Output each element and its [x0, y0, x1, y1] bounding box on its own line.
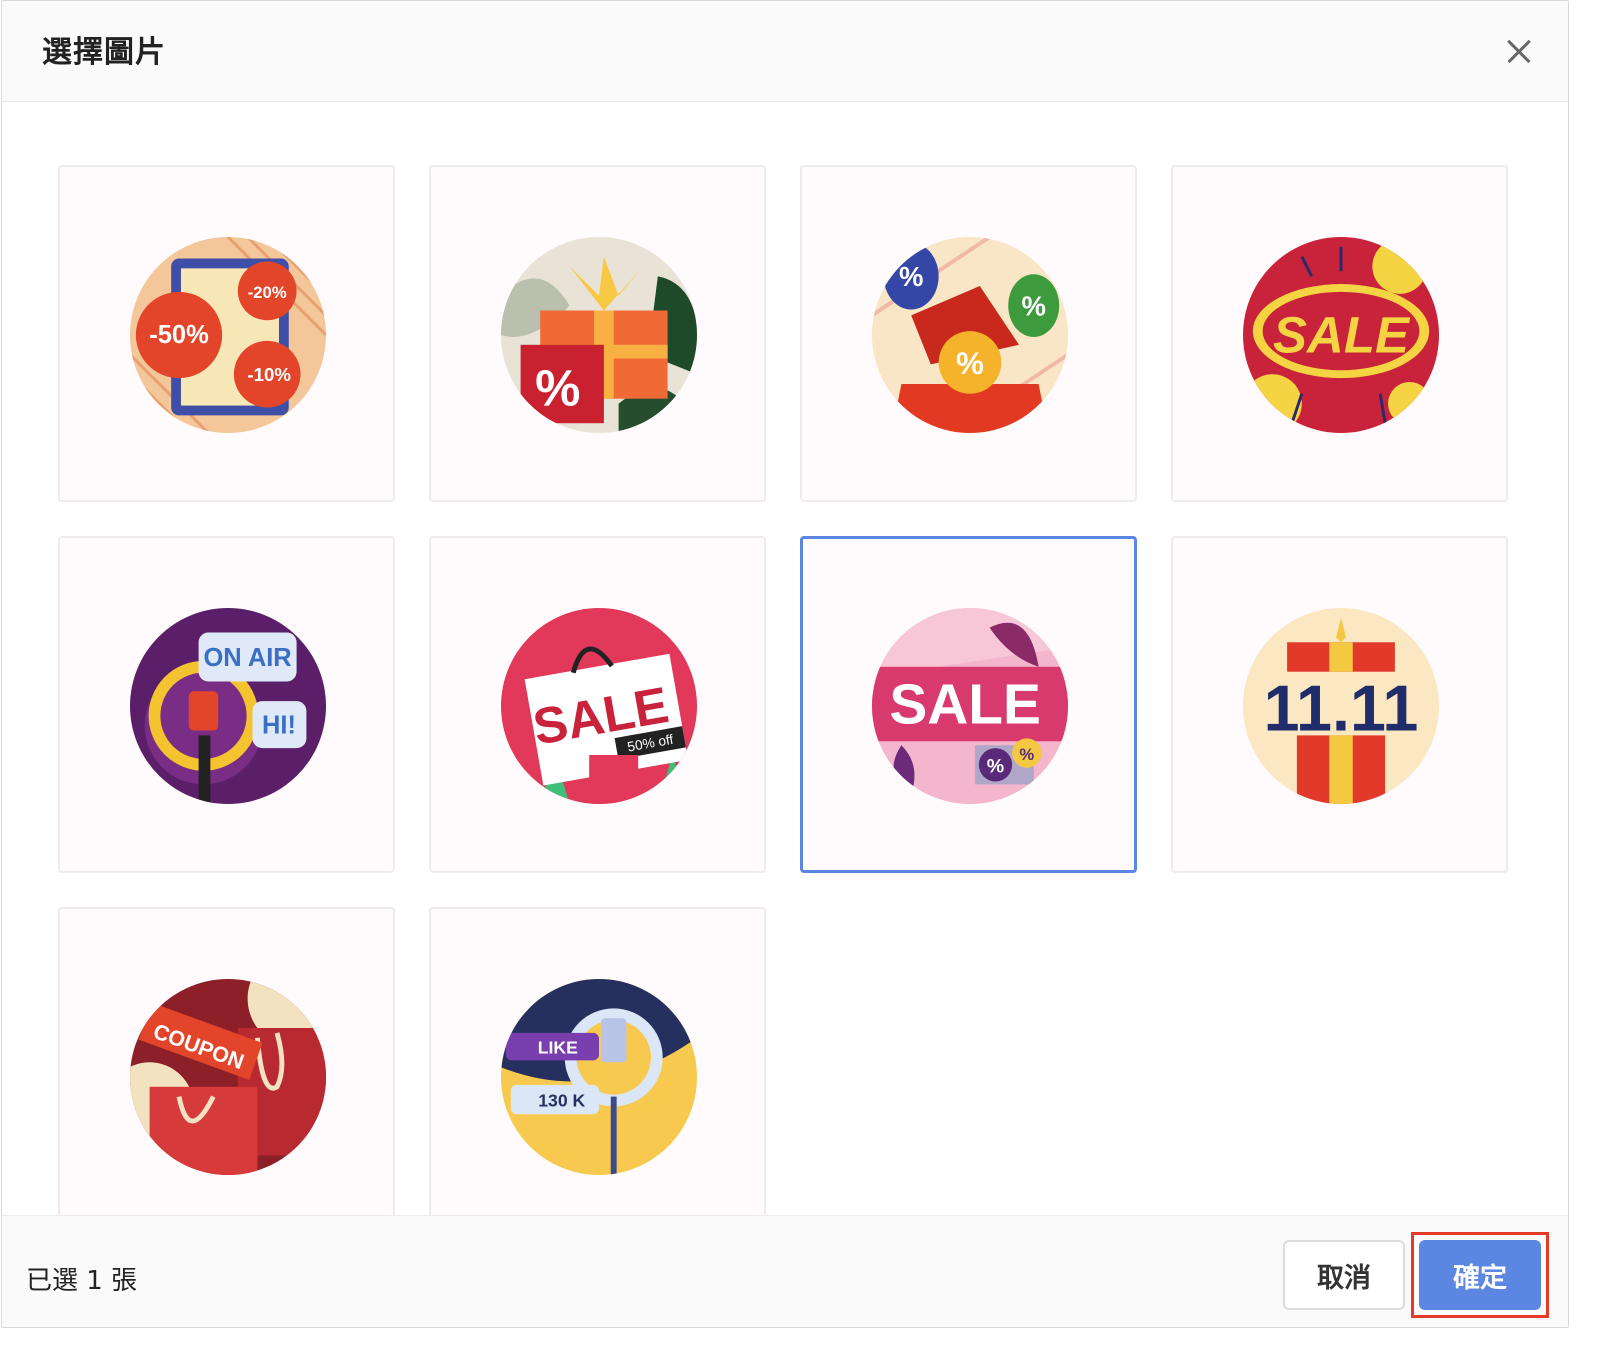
image-picker-dialog: 選擇圖片 -50% -20% -10% % % % % SALE ON AIR … — [1, 0, 1569, 1328]
image-label: % — [1019, 745, 1034, 764]
coupon-bags-image: COUPON — [130, 979, 326, 1175]
image-card-discount-bubbles[interactable]: -50% -20% -10% — [58, 165, 395, 502]
image-label: 130 K — [538, 1090, 585, 1110]
image-card-balloons-percent[interactable]: % % % — [800, 165, 1137, 502]
image-label: % — [535, 360, 580, 417]
image-label: % — [956, 346, 984, 381]
double-eleven-gift-image: 11.11 — [1243, 608, 1439, 804]
image-label: % — [1021, 290, 1045, 321]
sale-burst-image: SALE — [1243, 237, 1439, 433]
image-card-sale-pink-cart[interactable]: SALE % % — [800, 536, 1137, 873]
close-icon[interactable] — [1496, 29, 1540, 73]
image-label: HI! — [262, 711, 296, 739]
dialog-title: 選擇圖片 — [42, 35, 166, 70]
image-label: 11.11 — [1264, 672, 1419, 745]
image-label: SALE — [889, 674, 1041, 737]
image-label: -10% — [247, 364, 291, 385]
image-label: -50% — [149, 321, 208, 349]
image-grid: -50% -20% -10% % % % % SALE ON AIR HI! S… — [2, 102, 1568, 1215]
dialog-footer: 已選 1 張 取消 確定 — [2, 1215, 1568, 1327]
discount-bubbles-image: -50% -20% -10% — [130, 237, 326, 433]
sale-pink-cart-image: SALE % % — [872, 608, 1068, 804]
cancel-button[interactable]: 取消 — [1283, 1240, 1405, 1310]
image-label: SALE — [1273, 307, 1411, 364]
image-card-ring-light-like[interactable]: LIKE 130 K — [429, 907, 766, 1215]
image-label: LIKE — [538, 1037, 578, 1057]
on-air-microphone-image: ON AIR HI! — [130, 608, 326, 804]
gift-box-percent-image: % — [501, 237, 697, 433]
image-card-sale-burst[interactable]: SALE — [1171, 165, 1508, 502]
image-card-double-eleven-gift[interactable]: 11.11 — [1171, 536, 1508, 873]
image-card-on-air-microphone[interactable]: ON AIR HI! — [58, 536, 395, 873]
image-card-coupon-bags[interactable]: COUPON — [58, 907, 395, 1215]
image-label: % — [987, 756, 1004, 778]
balloons-percent-image: % % % — [872, 237, 1068, 433]
image-label: ON AIR — [203, 644, 291, 672]
image-label: % — [899, 261, 923, 292]
image-card-sale-bag[interactable]: SALE 50% off — [429, 536, 766, 873]
image-card-gift-box-percent[interactable]: % — [429, 165, 766, 502]
confirm-highlight-box — [1411, 1232, 1549, 1318]
ring-light-like-image: LIKE 130 K — [501, 979, 697, 1175]
selected-count: 已選 1 張 — [26, 1266, 138, 1296]
dialog-header: 選擇圖片 — [2, 1, 1568, 102]
image-label: -20% — [248, 283, 287, 302]
sale-bag-image: SALE 50% off — [501, 608, 697, 804]
